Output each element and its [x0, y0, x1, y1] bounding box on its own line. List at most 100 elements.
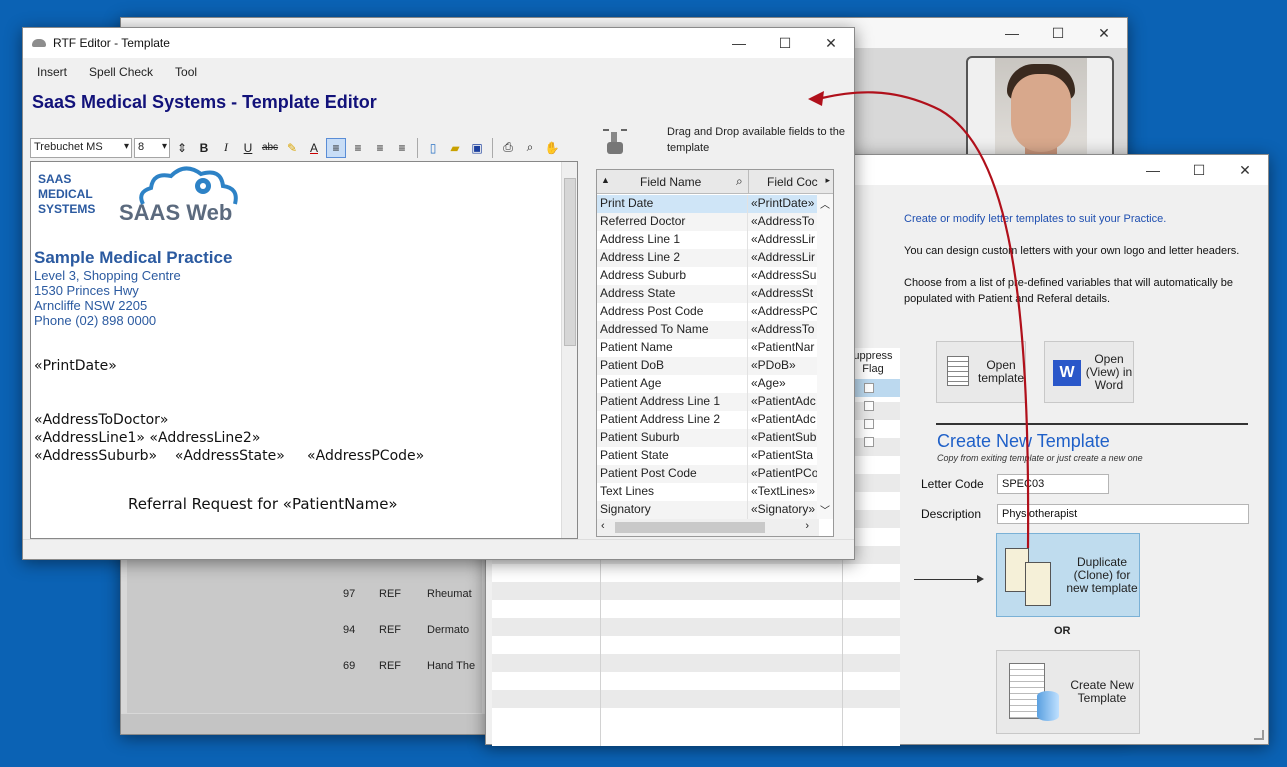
- table-row[interactable]: 94 REF Dermato: [335, 612, 487, 648]
- field-code: «PatientSub: [751, 430, 817, 444]
- font-size-select[interactable]: 8: [134, 137, 170, 158]
- open-folder-icon[interactable]: ▰: [445, 138, 465, 158]
- field-name: Address Line 2: [597, 249, 748, 267]
- chevron-down-icon[interactable]: ﹀: [820, 502, 830, 517]
- size-stepper-icon[interactable]: ⇕: [172, 138, 192, 158]
- field-code: «PatientAdc: [751, 394, 816, 408]
- new-document-icon[interactable]: ▯: [423, 138, 443, 158]
- align-left-icon[interactable]: ≡: [326, 137, 346, 158]
- field-row[interactable]: Signatory «Signatory»: [597, 501, 817, 519]
- chevron-left-icon[interactable]: ‹: [601, 520, 605, 532]
- logo-word: SAAS Web: [119, 200, 233, 225]
- sort-icon[interactable]: ▲: [601, 175, 610, 185]
- field-code: «PatientSta: [751, 448, 814, 462]
- maximize-icon[interactable]: ☐: [762, 28, 808, 58]
- strikethrough-icon[interactable]: abc: [260, 138, 280, 158]
- field-name: Patient Address Line 2: [597, 411, 748, 429]
- field-row[interactable]: Address State «AddressSt: [597, 285, 817, 303]
- close-icon[interactable]: ✕: [1081, 18, 1127, 48]
- minimize-icon[interactable]: —: [716, 28, 762, 58]
- practice-address-2: 1530 Princes Hwy: [34, 283, 139, 298]
- suppress-checkbox[interactable]: [864, 401, 874, 411]
- align-right-icon[interactable]: ≡: [370, 138, 390, 158]
- close-icon[interactable]: ✕: [1222, 155, 1268, 185]
- field-row[interactable]: Patient Name «PatientNar: [597, 339, 817, 357]
- suppress-checkbox[interactable]: [864, 437, 874, 447]
- print-icon[interactable]: ⎙: [498, 138, 518, 158]
- menu-tool[interactable]: Tool: [167, 58, 211, 82]
- save-icon[interactable]: ▣: [467, 138, 487, 158]
- fields-horizontal-scrollbar[interactable]: ‹ ›: [597, 519, 819, 536]
- window-title: RTF Editor - Template: [53, 36, 170, 50]
- maximize-icon[interactable]: ☐: [1176, 155, 1222, 185]
- field-row[interactable]: Text Lines «TextLines»: [597, 483, 817, 501]
- field-row[interactable]: Patient Address Line 2 «PatientAdc: [597, 411, 817, 429]
- duplicate-template-button[interactable]: Duplicate (Clone) for new template: [996, 533, 1140, 617]
- resize-grip[interactable]: [1254, 730, 1264, 740]
- field-row[interactable]: Address Line 1 «AddressLir: [597, 231, 817, 249]
- chevron-up-icon[interactable]: ︿: [820, 196, 830, 211]
- create-new-template-button[interactable]: Create New Template: [996, 650, 1140, 734]
- field-row[interactable]: Patient Suburb «PatientSub: [597, 429, 817, 447]
- justify-icon[interactable]: ≡: [392, 138, 412, 158]
- field-row[interactable]: Print Date «PrintDate»: [597, 195, 817, 213]
- practice-phone: Phone (02) 898 0000: [34, 313, 157, 328]
- rtf-document-editor[interactable]: SAAS MEDICAL SYSTEMS SAAS Web Sample Medic…: [30, 161, 578, 539]
- word-icon: W: [1051, 352, 1085, 392]
- logo-text: SAAS MEDICAL SYSTEMS: [38, 172, 96, 216]
- align-center-icon[interactable]: ≡: [348, 138, 368, 158]
- description-input[interactable]: Physiotherapist: [997, 504, 1249, 524]
- selected-row[interactable]: [850, 379, 900, 397]
- maximize-icon[interactable]: ☐: [1035, 18, 1081, 48]
- intro-text-3: Choose from a list of pre-defined variab…: [904, 277, 1233, 305]
- to-doctor-field: «AddressToDoctor»: [34, 412, 169, 428]
- filter-icon[interactable]: ⌕: [736, 174, 743, 189]
- print-date-field: «PrintDate»: [34, 358, 117, 374]
- bold-icon[interactable]: B: [194, 138, 214, 158]
- highlight-icon[interactable]: ✎: [282, 138, 302, 158]
- field-row[interactable]: Address Suburb «AddressSu: [597, 267, 817, 285]
- field-row[interactable]: Patient Age «Age»: [597, 375, 817, 393]
- minimize-icon[interactable]: —: [989, 18, 1035, 48]
- italic-icon[interactable]: I: [216, 138, 236, 158]
- field-code: «AddressPC: [751, 304, 817, 318]
- font-family-select[interactable]: Trebuchet MS: [30, 137, 132, 158]
- scroll-right-icon[interactable]: ▸: [825, 175, 830, 186]
- rtf-editor-titlebar: RTF Editor - Template — ☐ ✕: [23, 28, 854, 58]
- suppress-checkbox[interactable]: [864, 383, 874, 393]
- field-row[interactable]: Patient Address Line 1 «PatientAdc: [597, 393, 817, 411]
- search-icon[interactable]: ⌕: [520, 138, 540, 158]
- hand-tool-icon[interactable]: ✋: [542, 138, 562, 158]
- field-code: «AddressLir: [751, 232, 816, 246]
- underline-icon[interactable]: U: [238, 138, 258, 158]
- menu-spell-check[interactable]: Spell Check: [81, 58, 167, 82]
- table-row[interactable]: 69 REF Hand The: [335, 648, 487, 684]
- description-label: Description: [921, 507, 982, 521]
- field-row[interactable]: Address Post Code «AddressPC: [597, 303, 817, 321]
- field-row[interactable]: Referred Doctor «AddressTo: [597, 213, 817, 231]
- field-code-header[interactable]: Field Coc: [767, 175, 818, 189]
- field-row[interactable]: Address Line 2 «AddressLir: [597, 249, 817, 267]
- editor-scrollbar[interactable]: [561, 162, 577, 538]
- open-template-button[interactable]: Open template: [936, 341, 1026, 403]
- letter-code-input[interactable]: SPEC03: [997, 474, 1109, 494]
- intro-text-2: You can design custom letters with your …: [904, 245, 1240, 257]
- suppress-checkbox[interactable]: [864, 419, 874, 429]
- field-row[interactable]: Addressed To Name «AddressTo: [597, 321, 817, 339]
- field-row[interactable]: Patient State «PatientSta: [597, 447, 817, 465]
- available-fields-list[interactable]: ▲ Field Name ⌕ Field Coc ▸ Print Date «Pr…: [596, 169, 834, 537]
- fields-vertical-scrollbar[interactable]: ︿ ﹀: [817, 194, 833, 519]
- table-row[interactable]: 97 REF Rheumat: [335, 576, 487, 612]
- field-row[interactable]: Patient DoB «PDoB»: [597, 357, 817, 375]
- font-color-icon[interactable]: A: [304, 138, 324, 158]
- open-in-word-button[interactable]: W Open (View) in Word: [1044, 341, 1134, 403]
- close-icon[interactable]: ✕: [808, 28, 854, 58]
- field-row[interactable]: Patient Post Code «PatientPCo: [597, 465, 817, 483]
- minimize-icon[interactable]: —: [1130, 155, 1176, 185]
- field-name: Address Line 1: [597, 231, 748, 249]
- chevron-right-icon[interactable]: ›: [805, 520, 809, 532]
- fields-header: ▲ Field Name ⌕ Field Coc ▸: [597, 170, 833, 194]
- menu-insert[interactable]: Insert: [29, 58, 81, 82]
- field-code: «Age»: [751, 376, 786, 390]
- field-name-header[interactable]: Field Name: [640, 175, 701, 189]
